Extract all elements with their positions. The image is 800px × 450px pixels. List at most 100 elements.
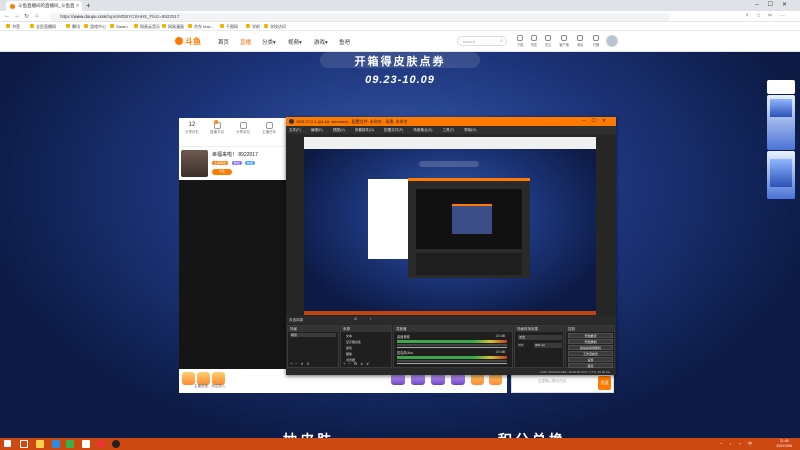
message-button[interactable]: 消息 (573, 35, 587, 47)
stat-program[interactable]: 直播节目 (207, 122, 227, 135)
duration-label: 时长 (518, 343, 525, 347)
bookmark-item[interactable]: 学校访问 (264, 24, 286, 30)
close-tab-icon[interactable]: × (76, 3, 79, 9)
scene-toolbar[interactable]: +−∧∨ (290, 361, 313, 366)
nav-video[interactable]: 视频▾ (288, 38, 302, 46)
bookmark-item[interactable]: 游戏中心 (84, 24, 106, 30)
obs-menu-tools[interactable]: 工具(T) (442, 128, 454, 132)
reload-icon[interactable]: ↻ (24, 13, 29, 20)
source-item[interactable]: 文本 (346, 334, 352, 339)
follow-button[interactable]: 关注 (212, 169, 232, 175)
obs-window-controls[interactable]: –☐✕ (583, 118, 612, 124)
chat-placeholder: 这里输入聊天内容 (538, 379, 566, 383)
browser-toolbar-icons[interactable]: ⚡☆✂⋯ (745, 13, 792, 19)
source-toolbar[interactable]: +−⚙∧∨ (343, 361, 372, 366)
follow-list-button[interactable]: 关注 (541, 35, 555, 47)
obs-menu-scene-collection[interactable]: 场景集合(S) (413, 128, 432, 132)
bookmark-item[interactable]: 千图网 (220, 24, 238, 30)
obs-taskbar-icon[interactable] (97, 440, 105, 448)
video-player[interactable] (179, 180, 286, 369)
taskbar-clock[interactable]: 21:40 2021/10/6 (776, 439, 792, 448)
obs-titlebar[interactable]: OBS 27.0.1 (64-bit, windows) - 配置文件: 未命名… (286, 117, 616, 126)
obs-menu-edit[interactable]: 编辑(E) (311, 128, 323, 132)
source-item[interactable]: 颜色 (346, 346, 352, 351)
streamer-avatar[interactable] (181, 150, 208, 177)
search-taskbar-icon[interactable] (20, 440, 28, 448)
search-input[interactable]: search ⌕ (457, 36, 507, 46)
douyu-logo[interactable]: 斗鱼 (175, 36, 201, 47)
start-recording-button[interactable]: 开始录制 (568, 339, 613, 344)
obs-menu-docks[interactable]: 停靠部件(D) (355, 128, 374, 132)
stat-share-to[interactable]: 分享到位 (233, 122, 253, 135)
nav-live[interactable]: 直播 (240, 38, 251, 46)
studio-mode-button[interactable]: 工作室模式 (568, 351, 613, 356)
properties-icon[interactable]: ⚙ (354, 317, 357, 321)
stat-share[interactable]: 12 分享好礼 (182, 122, 202, 135)
volume-slider[interactable] (397, 363, 507, 364)
side-widget-top[interactable] (767, 80, 795, 94)
source-item[interactable]: 显示器采集 (346, 340, 361, 345)
forward-icon[interactable]: → (14, 13, 20, 19)
virtual-camera-button[interactable]: 启动虚拟摄像机 (568, 345, 613, 350)
bookmark-item[interactable]: 京东 Mac... (188, 24, 214, 30)
edge-icon[interactable] (52, 440, 60, 448)
start-streaming-button[interactable]: 开始推流 (568, 333, 613, 338)
filters-icon[interactable]: ◐ (370, 317, 372, 321)
volume-meter-secondary (397, 344, 507, 346)
system-tray[interactable]: ^ ♪ ⌁ 中 (720, 441, 755, 447)
side-widget-event[interactable] (767, 151, 795, 199)
user-avatar[interactable] (606, 35, 618, 47)
source-item[interactable]: 图像 (346, 352, 352, 357)
search-icon[interactable]: ⌕ (500, 38, 503, 44)
client-label: 客户端 (559, 43, 569, 47)
bookmark-item[interactable]: Steam (110, 24, 128, 29)
transition-type-select[interactable]: 淡出 (518, 335, 562, 340)
go-live-button[interactable]: 开播 (589, 35, 603, 47)
douyu-favicon-icon (10, 4, 15, 9)
bookmark-item[interactable]: 腾讯 (66, 24, 80, 30)
client-button[interactable]: 客户端 (557, 35, 571, 47)
obs-menu-view[interactable]: 视图(V) (333, 128, 345, 132)
app-icon[interactable] (66, 440, 74, 448)
url-field[interactable]: https://www.douyu.com/topic/MDBYCSHHX_Ft… (50, 12, 670, 21)
file-explorer-icon[interactable] (36, 440, 44, 448)
duration-input[interactable]: 300 ms (534, 343, 562, 348)
obs-menu-bar: 文件(F) 编辑(E) 视图(V) 停靠部件(D) 配置文件(P) 场景集合(S… (286, 126, 616, 134)
obs-menu-help[interactable]: 帮助(H) (464, 128, 476, 132)
history-button[interactable]: 历史 (527, 35, 541, 47)
bookmark-item[interactable]: 书签 (6, 24, 20, 30)
side-widget-promo[interactable] (767, 95, 795, 150)
stat-task[interactable]: 主播任务 (259, 122, 279, 135)
notification-badge: 1 (214, 120, 218, 124)
volume-slider[interactable] (397, 347, 507, 348)
nav-home[interactable]: 首页 (218, 38, 229, 46)
bookmark-item[interactable]: 网易漫画 (162, 24, 184, 30)
start-icon[interactable] (4, 440, 11, 447)
download-button[interactable]: 下载 (513, 35, 527, 47)
nav-category[interactable]: 分类▾ (262, 38, 276, 46)
send-button[interactable]: 发送 (598, 376, 611, 390)
nav-game[interactable]: 游戏▾ (314, 38, 328, 46)
obs-menu-profile[interactable]: 配置文件(P) (384, 128, 403, 132)
follow-icon (545, 35, 551, 41)
settings-button[interactable]: 设置 (568, 357, 613, 362)
browser-tab[interactable]: 斗鱼直播间的直播间_斗鱼直 × (6, 1, 82, 11)
home-icon[interactable]: ⌂ (35, 13, 39, 19)
bookmark-item[interactable]: 网易云音乐 (134, 24, 160, 30)
bookmark-item[interactable]: 学前 (246, 24, 260, 30)
browser-taskbar-icon[interactable] (82, 440, 90, 448)
nav-yuba[interactable]: 鱼吧 (339, 38, 350, 46)
window-controls[interactable]: –☐✕ (755, 1, 796, 8)
back-icon[interactable]: ← (4, 13, 10, 19)
app-taskbar-icon[interactable] (112, 440, 120, 448)
chat-input[interactable]: 这里输入聊天内容 发送 (511, 373, 614, 393)
obs-status-bar: LIVE: 00:00:00 REC: 00:00:00 CPU: 3.7%, … (286, 368, 616, 375)
obs-preview[interactable] (304, 137, 596, 315)
url-domain: www.douyu.com (73, 14, 107, 19)
transition-duration-row: 时长 300 ms (518, 343, 564, 348)
scene-item[interactable]: 场景 (290, 333, 336, 337)
sources-dock-header: 来源 (341, 326, 391, 332)
new-tab-icon[interactable]: + (86, 1, 91, 10)
obs-menu-file[interactable]: 文件(F) (289, 128, 301, 132)
bookmark-item[interactable]: 全民直播网 (30, 24, 56, 30)
